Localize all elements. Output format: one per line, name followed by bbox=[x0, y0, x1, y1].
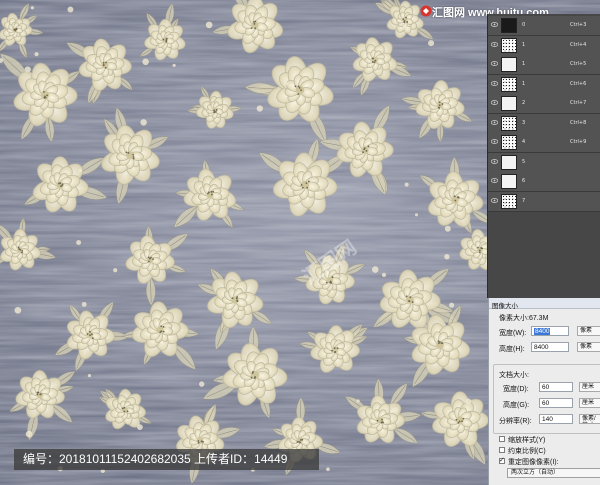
layer-name: 3 bbox=[522, 119, 526, 126]
layer-thumbnail bbox=[501, 57, 517, 72]
layer-name: 5 bbox=[522, 158, 526, 165]
layer-row[interactable]: 1 Ctrl+6 bbox=[488, 74, 600, 95]
layer-row[interactable]: 5 bbox=[488, 152, 600, 173]
doc-width-label: 宽度(D): bbox=[503, 386, 529, 393]
pixel-height-input[interactable]: 8400 bbox=[531, 342, 569, 352]
layer-visibility-eye-icon[interactable] bbox=[491, 178, 498, 183]
layer-thumbnail bbox=[501, 96, 517, 111]
scale-styles-checkbox[interactable] bbox=[499, 436, 505, 442]
resample-checkbox[interactable] bbox=[499, 456, 505, 464]
huitu-logo-icon bbox=[420, 5, 432, 17]
layer-thumbnail bbox=[501, 37, 517, 53]
layers-panel: 0 Ctrl+3 1 Ctrl+4 1 Ctrl+5 1 Ctrl+6 2 Ctrl+7 3 Ctrl… bbox=[487, 14, 600, 298]
layer-visibility-eye-icon[interactable] bbox=[491, 139, 498, 144]
layer-visibility-eye-icon[interactable] bbox=[491, 41, 498, 47]
layer-name: 1 bbox=[522, 61, 526, 67]
scale-styles-label: 缩放样式(Y) bbox=[508, 437, 546, 444]
layer-row[interactable]: 3 Ctrl+8 bbox=[488, 113, 600, 134]
layer-thumbnail bbox=[501, 115, 517, 131]
width-label: 宽度(W): bbox=[499, 330, 527, 337]
resolution-label: 分辨率(R): bbox=[499, 418, 532, 425]
layer-shortcut: Ctrl+5 bbox=[570, 61, 587, 67]
dialog-titlebar[interactable]: 图像大小 bbox=[489, 298, 600, 310]
layer-visibility-eye-icon[interactable] bbox=[491, 158, 498, 164]
layer-name: 1 bbox=[522, 41, 526, 48]
layer-name: 4 bbox=[522, 139, 526, 145]
image-id-bar: 编号：20181011152402682035 上传者ID：14449 bbox=[14, 449, 319, 470]
layer-thumbnail bbox=[501, 154, 517, 170]
layer-row[interactable]: 1 Ctrl+5 bbox=[488, 55, 600, 75]
layer-visibility-eye-icon[interactable] bbox=[491, 80, 498, 86]
pixel-width-input[interactable]: 8400 bbox=[531, 326, 569, 336]
layer-shortcut: Ctrl+7 bbox=[570, 100, 587, 106]
layer-name: 1 bbox=[522, 80, 526, 87]
pixel-dimensions-label: 像素大小:67.3M bbox=[499, 315, 549, 322]
layer-thumbnail bbox=[501, 135, 517, 150]
layer-row[interactable]: 6 bbox=[488, 172, 600, 192]
layer-visibility-eye-icon[interactable] bbox=[491, 119, 498, 125]
layer-name: 6 bbox=[522, 178, 526, 184]
constrain-proportions-checkbox[interactable] bbox=[499, 447, 505, 453]
layer-visibility-eye-icon[interactable] bbox=[491, 22, 498, 27]
image-size-dialog: 图像大小 像素大小:67.3M 宽度(W): 8400 像素 高度(H): 84… bbox=[488, 298, 600, 485]
document-size-label: 文档大小: bbox=[499, 372, 529, 379]
layer-shortcut: Ctrl+9 bbox=[570, 139, 587, 145]
layer-row[interactable]: 0 Ctrl+3 bbox=[488, 16, 600, 36]
layer-thumbnail bbox=[501, 174, 517, 189]
layer-shortcut: Ctrl+6 bbox=[570, 80, 587, 87]
doc-height-unit-select[interactable]: 厘米 bbox=[579, 398, 600, 408]
layer-thumbnail bbox=[501, 76, 517, 92]
dialog-title: 图像大小 bbox=[492, 303, 518, 310]
layer-visibility-eye-icon[interactable] bbox=[491, 197, 498, 203]
resample-label: 重定图像像素(I): bbox=[508, 459, 559, 466]
layer-name: 0 bbox=[522, 22, 526, 28]
layer-shortcut: Ctrl+8 bbox=[570, 119, 587, 126]
pixel-width-unit-select[interactable]: 像素 bbox=[577, 326, 600, 336]
constrain-proportions-label: 约束比例(C) bbox=[508, 448, 546, 455]
resolution-unit-select[interactable]: 像素/英寸 bbox=[579, 414, 600, 424]
layer-visibility-eye-icon[interactable] bbox=[491, 61, 498, 66]
doc-width-input[interactable]: 60 bbox=[539, 382, 573, 392]
resample-method-select[interactable]: 两次立方（自动） bbox=[507, 468, 600, 478]
pixel-height-unit-select[interactable]: 像素 bbox=[577, 342, 600, 352]
layer-row[interactable]: 4 Ctrl+9 bbox=[488, 133, 600, 153]
resolution-input[interactable]: 140 bbox=[539, 414, 573, 424]
layer-thumbnail bbox=[501, 193, 517, 209]
layer-name: 2 bbox=[522, 100, 526, 106]
layer-row[interactable]: 2 Ctrl+7 bbox=[488, 94, 600, 114]
doc-height-input[interactable]: 60 bbox=[539, 398, 573, 408]
layer-thumbnail bbox=[501, 18, 517, 33]
doc-width-unit-select[interactable]: 厘米 bbox=[579, 382, 600, 392]
layer-row[interactable]: 7 bbox=[488, 191, 600, 212]
layer-shortcut: Ctrl+4 bbox=[570, 41, 587, 48]
height-label: 高度(H): bbox=[499, 346, 525, 353]
layer-visibility-eye-icon[interactable] bbox=[491, 100, 498, 105]
doc-height-label: 高度(G): bbox=[503, 402, 530, 409]
layer-row[interactable]: 1 Ctrl+4 bbox=[488, 35, 600, 56]
layer-shortcut: Ctrl+3 bbox=[570, 22, 587, 28]
layer-name: 7 bbox=[522, 197, 526, 204]
